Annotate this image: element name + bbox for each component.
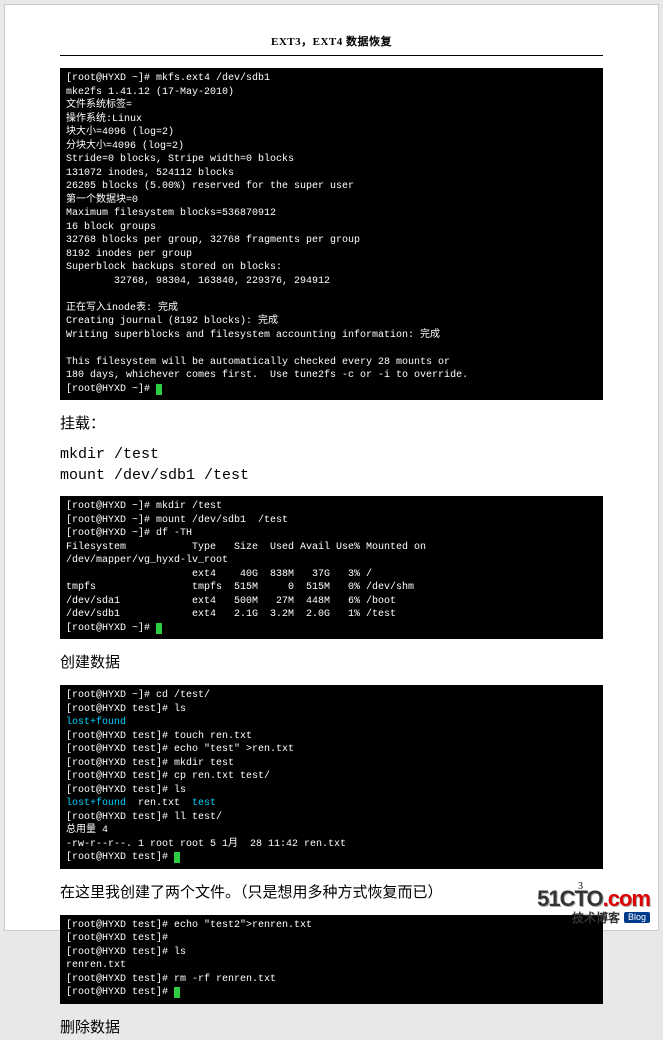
terminal-block-1: [root@HYXD ~]# mkfs.ext4 /dev/sdb1mke2fs…: [60, 68, 603, 400]
section-delete-title: 删除数据: [60, 1016, 603, 1040]
watermark-subtitle-row: 技术博客 Blog: [537, 910, 650, 926]
terminal-block-2: [root@HYXD ~]# mkdir /test[root@HYXD ~]#…: [60, 496, 603, 639]
watermark-logo: 51CTO.com 技术博客 Blog: [537, 888, 650, 926]
page-header-title: EXT3，EXT4 数据恢复: [60, 33, 603, 49]
command-mkdir: mkdir /test: [60, 446, 603, 463]
section-mount-title: 挂载：: [60, 412, 603, 436]
watermark-logo-text: 51CTO.com: [537, 888, 650, 910]
watermark-blog-tag: Blog: [624, 912, 650, 923]
watermark-dotcom: .com: [603, 886, 650, 911]
section-create-note: 在这里我创建了两个文件。（只是想用多种方式恢复而已）: [60, 881, 603, 905]
watermark-51cto: 51CTO: [537, 886, 603, 911]
watermark-subtitle: 技术博客: [572, 911, 620, 925]
terminal-block-3: [root@HYXD ~]# cd /test/[root@HYXD test]…: [60, 685, 603, 869]
terminal-block-4: [root@HYXD test]# echo "test2">renren.tx…: [60, 915, 603, 1004]
header-divider: [60, 55, 603, 56]
document-page: EXT3，EXT4 数据恢复 [root@HYXD ~]# mkfs.ext4 …: [4, 4, 659, 931]
section-create-title: 创建数据: [60, 651, 603, 675]
command-mount: mount /dev/sdb1 /test: [60, 467, 603, 484]
